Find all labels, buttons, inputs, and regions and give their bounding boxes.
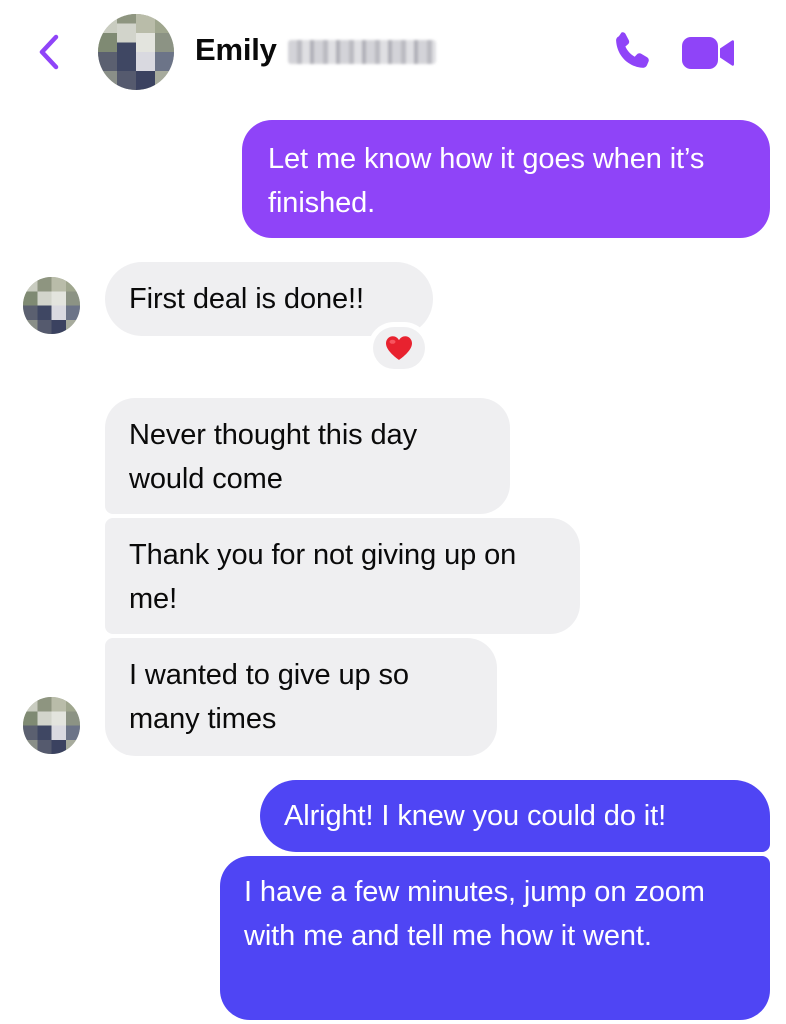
outgoing-message[interactable]: Let me know how it goes when it’s finish… <box>242 120 770 238</box>
sender-avatar[interactable] <box>23 277 80 334</box>
redacted-surname <box>288 40 436 64</box>
back-button[interactable] <box>30 30 70 74</box>
red-heart-icon <box>386 336 412 360</box>
video-call-button[interactable] <box>680 34 736 72</box>
outgoing-message[interactable]: Alright! I knew you could do it! <box>260 780 770 852</box>
contact-avatar[interactable] <box>98 14 174 90</box>
reaction-pill <box>373 327 425 369</box>
sender-avatar[interactable] <box>23 697 80 754</box>
chevron-left-icon <box>39 34 59 70</box>
outgoing-message[interactable]: I have a few minutes, jump on zoom with … <box>220 856 770 1020</box>
incoming-message[interactable]: Thank you for not giving up on me! <box>105 518 580 634</box>
video-camera-icon <box>682 37 734 69</box>
phone-icon <box>616 32 649 68</box>
conversation-header: Emily <box>0 0 786 104</box>
incoming-message[interactable]: I wanted to give up so many times <box>105 638 497 756</box>
incoming-message[interactable]: First deal is done!! <box>105 262 433 336</box>
voice-call-button[interactable] <box>608 28 656 76</box>
message-reaction[interactable] <box>371 325 427 371</box>
contact-name[interactable]: Emily <box>195 32 277 68</box>
incoming-message[interactable]: Never thought this day would come <box>105 398 510 514</box>
